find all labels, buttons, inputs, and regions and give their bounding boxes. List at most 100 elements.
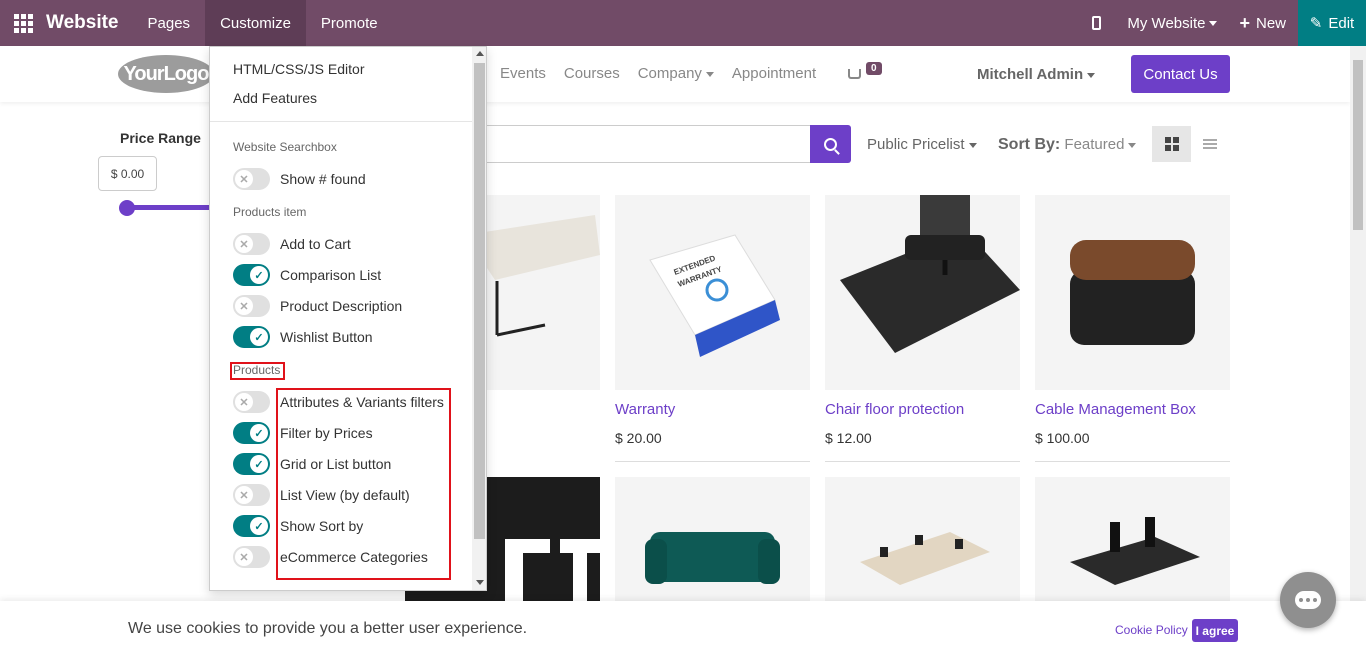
option-comparison-list[interactable]: ✓ Comparison List	[233, 263, 381, 287]
toggle-switch[interactable]: ✕	[233, 484, 270, 506]
nav-company[interactable]: Company	[638, 65, 714, 82]
toggle-off-icon: ✕	[235, 235, 253, 253]
toggle-switch[interactable]: ✕	[233, 233, 270, 255]
product-card[interactable]: EXTENDED WARRANTY Warranty $ 20.00	[615, 195, 810, 462]
toggle-off-icon: ✕	[235, 486, 253, 504]
livechat-button[interactable]	[1280, 572, 1336, 628]
product-name[interactable]: Chair floor protection	[825, 401, 1020, 418]
page-scrollbar-thumb[interactable]	[1353, 60, 1363, 230]
product-card[interactable]: Chair floor protection $ 12.00	[825, 195, 1020, 462]
app-brand[interactable]: Website	[46, 12, 119, 34]
menu-item-add-features[interactable]: Add Features	[233, 90, 317, 106]
contact-us-button[interactable]: Contact Us	[1131, 55, 1230, 93]
new-button[interactable]: + New	[1239, 13, 1286, 34]
apps-menu-icon[interactable]	[0, 0, 46, 46]
cookie-message: We use cookies to provide you a better u…	[128, 620, 528, 637]
menu-promote[interactable]: Promote	[306, 0, 393, 46]
option-label: Wishlist Button	[280, 329, 373, 345]
product-image-office-desk[interactable]	[825, 477, 1020, 601]
product-image-cable-box[interactable]	[1035, 195, 1230, 390]
product-price: $ 20.00	[615, 430, 662, 446]
list-icon	[1203, 139, 1217, 149]
highlight-products-header	[230, 362, 285, 380]
section-header-searchbox: Website Searchbox	[233, 140, 337, 154]
user-menu[interactable]: Mitchell Admin	[977, 66, 1096, 83]
product-image-warranty[interactable]: EXTENDED WARRANTY	[615, 195, 810, 390]
dropdown-scrollbar-thumb[interactable]	[474, 63, 485, 539]
user-name: Mitchell Admin	[977, 66, 1084, 83]
card-divider	[1035, 461, 1230, 462]
product-card[interactable]	[1035, 477, 1230, 601]
pricelist-label: Public Pricelist	[867, 136, 965, 153]
nav-events[interactable]: Events	[500, 65, 546, 82]
price-range-title: Price Range	[120, 130, 201, 146]
grid-icon	[1164, 137, 1179, 151]
menu-pages[interactable]: Pages	[133, 0, 206, 46]
price-slider-track[interactable]	[127, 205, 212, 210]
list-view-button[interactable]	[1192, 126, 1228, 162]
cart-count-badge: 0	[866, 62, 882, 75]
website-selector-label: My Website	[1127, 14, 1206, 32]
toggle-switch[interactable]: ✕	[233, 546, 270, 568]
nav-appointment[interactable]: Appointment	[732, 65, 816, 82]
chevron-down-icon	[968, 142, 977, 148]
product-image-chair-mat[interactable]	[825, 195, 1020, 390]
product-search-input[interactable]	[470, 125, 811, 163]
toggle-on-icon: ✓	[250, 266, 268, 284]
sort-by-dropdown[interactable]: Sort By: Featured	[998, 136, 1137, 154]
cookie-banner: We use cookies to provide you a better u…	[0, 601, 1366, 657]
chevron-down-icon	[1087, 72, 1096, 78]
grid-view-button[interactable]	[1152, 126, 1191, 162]
pencil-icon: ✎	[1309, 15, 1323, 32]
product-name[interactable]: Cable Management Box	[1035, 401, 1230, 418]
product-image-sofa[interactable]	[615, 477, 810, 601]
nav-courses[interactable]: Courses	[564, 65, 620, 82]
toggle-switch[interactable]: ✓	[233, 422, 270, 444]
website-header: YourLogo Events Courses Company Appointm…	[0, 46, 1350, 102]
admin-topbar: Website Pages Customize Promote My Websi…	[0, 0, 1366, 46]
chevron-down-icon	[705, 71, 714, 77]
edit-button[interactable]: ✎ Edit	[1298, 0, 1366, 46]
product-name[interactable]: Warranty	[615, 401, 810, 418]
card-divider	[615, 461, 810, 462]
warranty-box-image: EXTENDED WARRANTY	[615, 195, 810, 390]
cookie-policy-link[interactable]: Cookie Policy	[1115, 623, 1188, 637]
toggle-switch[interactable]: ✕	[233, 295, 270, 317]
scroll-up-arrow-icon[interactable]	[476, 51, 484, 56]
chat-icon	[1295, 591, 1321, 609]
mobile-preview-icon[interactable]	[1092, 16, 1102, 30]
toggle-switch[interactable]: ✓	[233, 453, 270, 475]
site-logo[interactable]: YourLogo	[118, 55, 214, 93]
page-scrollbar[interactable]	[1350, 46, 1366, 601]
website-selector[interactable]: My Website	[1127, 14, 1218, 32]
menu-customize[interactable]: Customize	[205, 0, 306, 46]
price-slider-handle[interactable]	[119, 200, 135, 216]
nav-company-label: Company	[637, 65, 702, 82]
toggle-switch[interactable]: ✕	[233, 168, 270, 190]
cart-link[interactable]: 0	[848, 62, 882, 84]
product-card[interactable]	[615, 477, 810, 601]
toggle-switch[interactable]: ✓	[233, 515, 270, 537]
product-price: $ 100.00	[1035, 430, 1090, 446]
chair-mat-image	[825, 195, 1020, 390]
option-add-to-cart[interactable]: ✕ Add to Cart	[233, 232, 351, 256]
product-card[interactable]: Cable Management Box $ 100.00	[1035, 195, 1230, 462]
toggle-on-icon: ✓	[250, 328, 268, 346]
agree-button[interactable]: I agree	[1192, 619, 1238, 642]
scroll-down-arrow-icon[interactable]	[476, 580, 484, 585]
sofa-image	[615, 477, 810, 601]
toggle-switch[interactable]: ✓	[233, 326, 270, 348]
option-product-description[interactable]: ✕ Product Description	[233, 294, 402, 318]
product-card[interactable]	[825, 477, 1020, 601]
toggle-switch[interactable]: ✕	[233, 391, 270, 413]
pricelist-dropdown[interactable]: Public Pricelist	[867, 136, 977, 153]
search-button[interactable]	[810, 125, 851, 163]
toggle-on-icon: ✓	[250, 424, 268, 442]
dropdown-scrollbar[interactable]	[472, 47, 486, 590]
option-show-found[interactable]: ✕ Show # found	[233, 167, 366, 191]
toggle-switch[interactable]: ✓	[233, 264, 270, 286]
menu-item-html-editor[interactable]: HTML/CSS/JS Editor	[233, 61, 364, 77]
product-image-monitor-desk[interactable]	[1035, 477, 1230, 601]
option-wishlist-button[interactable]: ✓ Wishlist Button	[233, 325, 373, 349]
toggle-on-icon: ✓	[250, 517, 268, 535]
